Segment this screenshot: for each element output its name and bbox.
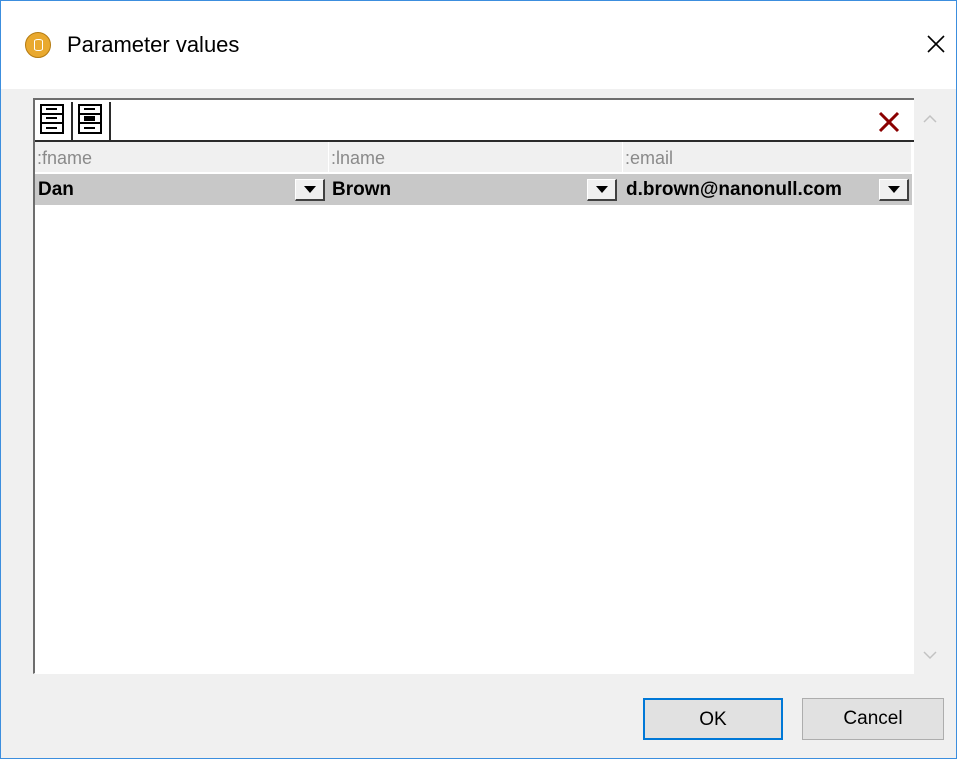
database-cylinder-icon <box>25 32 51 58</box>
scroll-up-icon[interactable] <box>921 110 939 128</box>
cancel-button[interactable]: Cancel <box>802 698 944 740</box>
cell-lname-value: Brown <box>332 179 392 200</box>
column-header-lname[interactable]: :lname <box>329 142 623 172</box>
append-row-icon[interactable] <box>37 102 73 140</box>
close-icon[interactable] <box>921 27 951 61</box>
dialog-title: Parameter values <box>67 32 240 57</box>
column-header-email[interactable]: :email <box>623 142 912 172</box>
title-bar: Parameter values <box>1 1 956 89</box>
ok-button[interactable]: OK <box>643 698 783 740</box>
chevron-down-icon[interactable] <box>295 179 325 201</box>
cell-fname[interactable]: Dan <box>35 174 329 205</box>
cell-fname-value: Dan <box>38 179 74 200</box>
cell-email[interactable]: d.brown@nanonull.com <box>623 174 912 205</box>
scroll-down-icon[interactable] <box>921 646 939 664</box>
insert-row-icon[interactable] <box>75 102 111 140</box>
parameter-values-dialog: Parameter values:fname:lname:email Da… <box>0 0 957 759</box>
delete-row-icon[interactable] <box>875 108 903 136</box>
chevron-down-icon[interactable] <box>587 179 617 201</box>
grid-toolbar <box>35 100 914 142</box>
cell-lname[interactable]: Brown <box>329 174 623 205</box>
table-row[interactable]: Dan Brown d.brown@nanonull.com <box>35 174 912 205</box>
grid-header-row: :fname :lname :email <box>35 142 912 172</box>
parameter-grid: :fname :lname :email Dan Brown d.brown@n… <box>33 98 914 674</box>
column-header-fname[interactable]: :fname <box>35 142 329 172</box>
cell-email-value: d.brown@nanonull.com <box>626 179 842 200</box>
chevron-down-icon[interactable] <box>879 179 909 201</box>
vertical-scrollbar[interactable] <box>914 98 946 674</box>
